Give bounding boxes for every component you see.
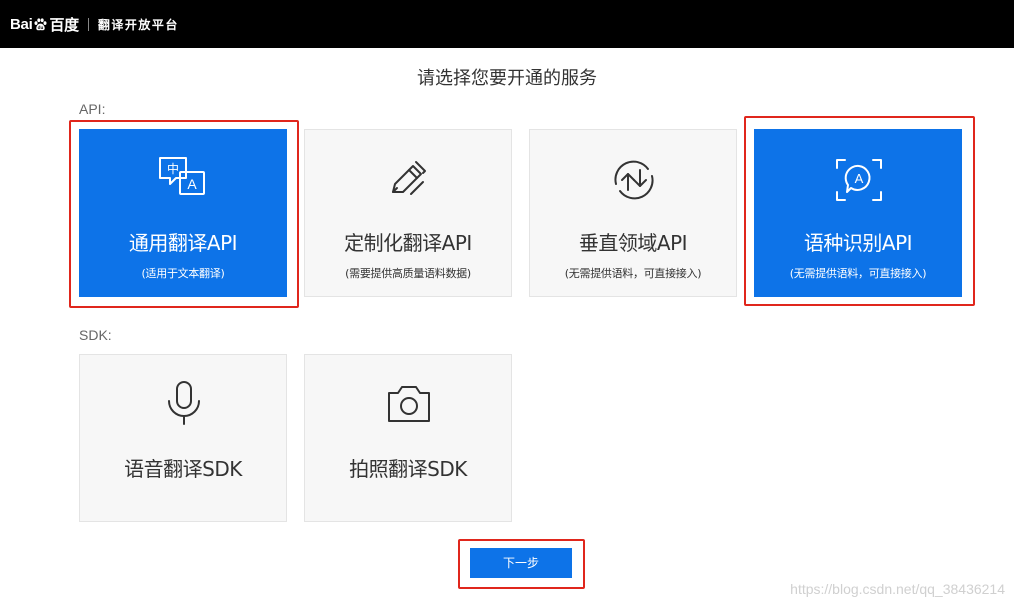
card-title: 拍照翻译SDK xyxy=(349,457,467,481)
platform-name: 翻译开放平台 xyxy=(97,17,179,32)
card-subtitle: (需要提供高质量语料数据) xyxy=(345,267,471,280)
pen-edit-icon xyxy=(383,156,435,204)
logo-text-bai: Bai xyxy=(10,15,33,33)
api-card-language-detection[interactable]: A 语种识别API (无需提供语料，可直接接入) xyxy=(754,129,962,297)
card-subtitle: (适用于文本翻译) xyxy=(141,267,225,280)
api-card-vertical-domain[interactable]: 垂直领域API (无需提供语料，可直接接入) xyxy=(529,129,737,297)
api-section-label: API: xyxy=(79,101,106,117)
watermark: https://blog.csdn.net/qq_38436214 xyxy=(790,581,1005,597)
top-navigation-bar: Bai du 百度 翻译开放平台 xyxy=(0,0,1014,48)
card-title: 语种识别API xyxy=(803,231,913,255)
sdk-section-label: SDK: xyxy=(79,327,112,343)
logo-text-baidu: 百度 xyxy=(49,16,79,34)
sdk-card-voice-translation[interactable]: 语音翻译SDK xyxy=(79,354,287,522)
sync-arrows-icon xyxy=(608,156,660,204)
api-card-general-translation[interactable]: 中 A 通用翻译API (适用于文本翻译) xyxy=(79,129,287,297)
baidu-logo[interactable]: Bai du 百度 翻译开放平台 xyxy=(10,12,179,36)
card-subtitle: (无需提供语料，可直接接入) xyxy=(789,267,927,280)
svg-text:A: A xyxy=(855,171,864,186)
api-card-custom-translation[interactable]: 定制化翻译API (需要提供高质量语料数据) xyxy=(304,129,512,297)
paw-icon: du xyxy=(34,17,47,30)
svg-text:A: A xyxy=(187,176,197,192)
logo-divider xyxy=(87,17,89,31)
card-title: 定制化翻译API xyxy=(344,231,472,255)
svg-text:du: du xyxy=(38,25,44,30)
card-subtitle: (无需提供语料，可直接接入) xyxy=(564,267,702,280)
next-step-button[interactable]: 下一步 xyxy=(470,548,572,578)
sdk-card-photo-translation[interactable]: 拍照翻译SDK xyxy=(304,354,512,522)
language-detect-icon: A xyxy=(833,156,885,204)
svg-text:中: 中 xyxy=(167,161,179,176)
card-title: 垂直领域API xyxy=(578,231,688,255)
camera-icon xyxy=(383,379,435,427)
translate-zh-a-icon: 中 A xyxy=(158,156,210,204)
page-title: 请选择您要开通的服务 xyxy=(417,68,597,89)
card-title: 通用翻译API xyxy=(128,231,238,255)
card-title: 语音翻译SDK xyxy=(124,457,242,481)
microphone-icon xyxy=(158,379,210,427)
